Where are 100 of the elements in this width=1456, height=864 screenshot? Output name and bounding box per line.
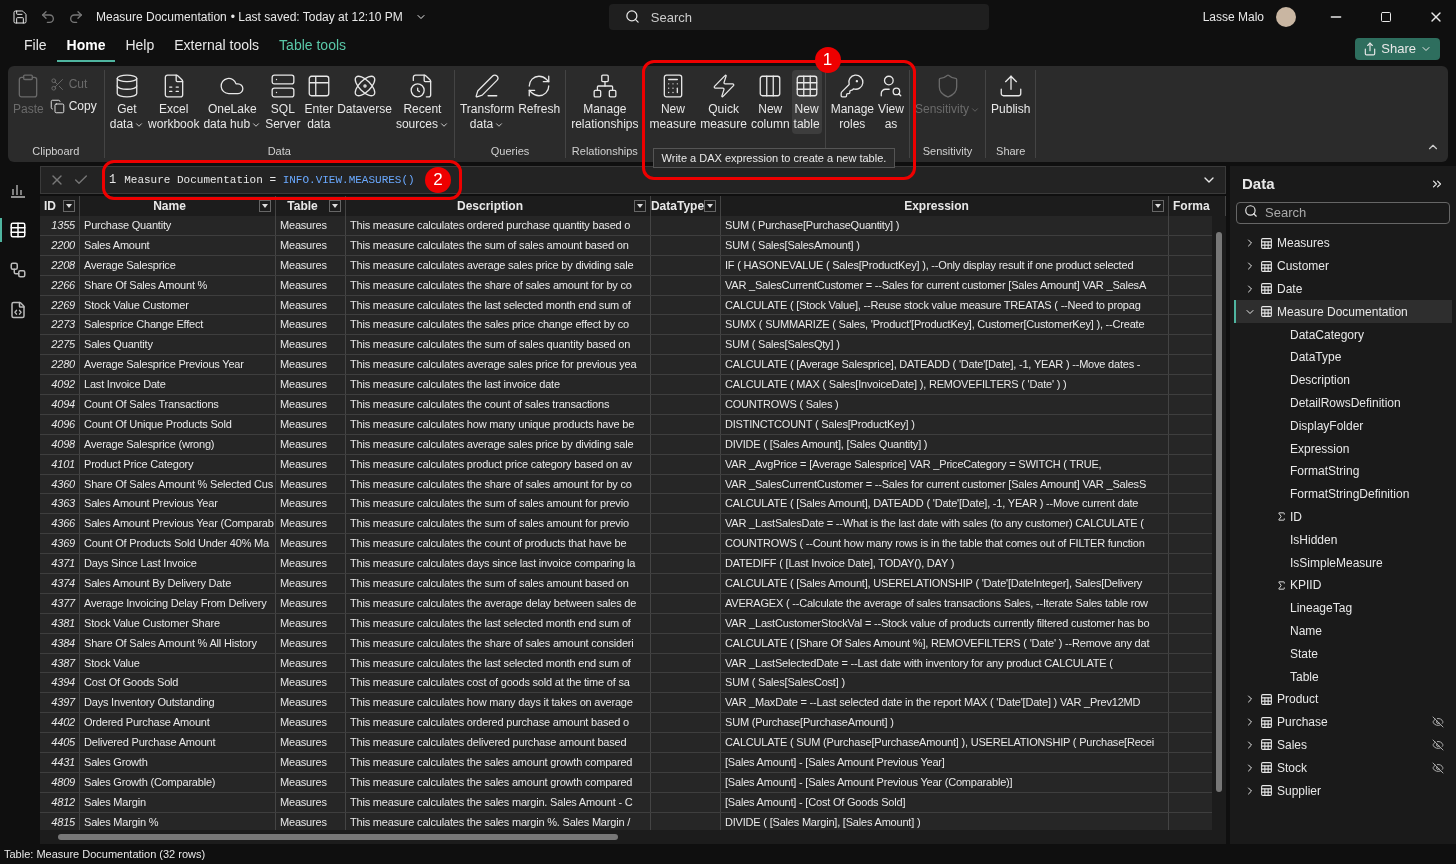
ribbon-button[interactable]: Publish (989, 70, 1033, 119)
table-icon (1260, 236, 1273, 250)
hidden-icon (1432, 738, 1444, 751)
ribbon-button[interactable]: View as (876, 70, 906, 134)
table-cell: VAR _AvgPrice = [Average Salesprice] VAR _PriceCategory = SWITCH ( TRUE, (721, 454, 1169, 474)
table-cell: This measure calculates how many days it takes on average (346, 693, 651, 713)
table-cell: Sales Quantity (80, 335, 276, 355)
table-cell: 2280 (40, 355, 80, 375)
column-header[interactable]: DataType (651, 196, 721, 216)
ribbon-tab[interactable]: External tools (164, 35, 270, 62)
field-item[interactable]: Name (1290, 621, 1322, 640)
table-cell: SUM ( Purchase[PurchaseQuantity] ) (721, 216, 1169, 235)
column-header[interactable]: Name (80, 196, 276, 216)
table-cell: Delivered Purchase Amount (80, 733, 276, 753)
column-header[interactable]: ID (40, 196, 80, 216)
tree-item[interactable]: Date (1234, 277, 1452, 301)
table-cell: DATEDIFF ( [Last Invoice Date], TODAY(), DAY ) (721, 554, 1169, 574)
table-cell: Measures (276, 335, 346, 355)
field-item[interactable]: FormatString (1290, 462, 1360, 481)
redo-icon[interactable] (68, 9, 84, 25)
field-item[interactable]: Description (1290, 371, 1351, 390)
field-item[interactable]: ID (1290, 507, 1302, 526)
table-cell: This measure calculates the share of sales amount for by co (346, 474, 651, 494)
table-cell: Count Of Products Sold Under 40% Ma (80, 534, 276, 554)
table-cell: Count Of Unique Products Sold (80, 414, 276, 434)
ribbon-button[interactable]: Recent sources (393, 70, 451, 134)
filter-icon[interactable] (329, 200, 341, 212)
field-item[interactable]: IsHidden (1290, 530, 1338, 549)
search-field[interactable]: Search (1236, 201, 1450, 224)
field-item[interactable]: State (1290, 644, 1319, 663)
field-item[interactable]: DisplayFolder (1290, 416, 1364, 435)
field-item[interactable]: DataType (1290, 348, 1342, 367)
ribbon-button[interactable]: Transform data (457, 70, 517, 134)
ribbon-button[interactable]: Get data (107, 70, 147, 134)
field-item[interactable]: Table (1290, 667, 1319, 686)
share-button[interactable]: Share (1355, 38, 1440, 60)
table-cell: This measure calculates average sales price for previous yea (346, 355, 651, 375)
table-cell: Measures (276, 514, 346, 534)
filter-icon[interactable] (1152, 200, 1164, 212)
table-cell: Measures (276, 315, 346, 335)
ribbon-button[interactable]: Manage roles (828, 70, 876, 134)
ribbon-button[interactable]: New column (748, 70, 792, 134)
filter-icon[interactable] (634, 200, 646, 212)
table-cell: This measure calculates the count of products that have be (346, 534, 651, 554)
table-cell: CALCULATE ( MAX ( Sales[InvoiceDate] ), REMOVEFILTERS ( 'Date' ) ) (721, 375, 1169, 395)
table-cell: 4397 (40, 693, 80, 713)
field-item[interactable]: IsSimpleMeasure (1290, 553, 1383, 572)
ribbon-button[interactable]: Enter data (302, 70, 336, 134)
table-cell: Salesprice Change Effect (80, 315, 276, 335)
tree-item[interactable]: Stock (1234, 756, 1452, 780)
column-header[interactable]: Table (276, 196, 346, 216)
table-cell: Sales Growth (Comparable) (80, 772, 276, 792)
horizontal-scrollbar[interactable] (40, 830, 1226, 844)
filter-icon[interactable] (259, 200, 271, 212)
tree-item[interactable]: Product (1234, 687, 1452, 711)
ribbon-button[interactable]: New measure (647, 70, 699, 134)
ribbon-tab[interactable]: File (14, 35, 57, 62)
table-cell: Measures (276, 593, 346, 613)
column-header[interactable]: Expression (721, 196, 1169, 216)
table-cell: VAR _MaxDate = --Last selected date in the report MAX ( 'Date'[Date] ) VAR _Prev12MD (721, 693, 1169, 713)
tree-item[interactable]: Sales (1234, 733, 1452, 757)
field-item[interactable]: KPIID (1290, 576, 1322, 595)
table-cell: 4096 (40, 414, 80, 434)
ribbon-tab[interactable]: Table tools (269, 35, 357, 62)
table-cell: Measures (276, 355, 346, 375)
undo-icon[interactable] (40, 9, 56, 25)
field-item[interactable]: LineageTag (1290, 599, 1353, 618)
table-cell: This measure calculates days since last invoice comparing la (346, 554, 651, 574)
ribbon-tab[interactable]: Home (56, 35, 116, 62)
field-item[interactable]: Expression (1290, 439, 1350, 458)
table-cell: 4363 (40, 494, 80, 514)
avatar[interactable] (1276, 7, 1296, 27)
maximize-icon[interactable] (1380, 11, 1392, 23)
tree-item[interactable]: Purchase (1234, 710, 1452, 734)
filter-icon[interactable] (704, 200, 716, 212)
save-icon[interactable] (12, 9, 28, 25)
search-field[interactable]: Search (608, 4, 989, 30)
ribbon-button[interactable]: Manage relationships (569, 70, 641, 134)
field-item[interactable]: DetailRowsDefinition (1290, 393, 1401, 412)
ribbon-button[interactable]: Copy (45, 96, 101, 116)
table-cell: Sales Amount By Delivery Date (80, 574, 276, 594)
tree-item[interactable]: Supplier (1234, 779, 1452, 802)
ribbon-button[interactable]: Dataverse (335, 70, 394, 119)
ribbon-button[interactable]: Quick measure (698, 70, 749, 134)
table-cell: CALCULATE ( [Average Salesprice], DATEADD ( 'Date'[Date], -1, YEAR ) --Move dates - (721, 355, 1169, 375)
collapse-pane-icon[interactable] (1430, 177, 1444, 191)
ribbon-button[interactable]: SQL Server (263, 70, 303, 134)
ribbon-button[interactable]: Refresh (516, 70, 563, 119)
table-cell: Cost Of Goods Sold (80, 673, 276, 693)
field-item[interactable]: FormatStringDefinition (1290, 485, 1410, 504)
ribbon-button[interactable]: New table (791, 70, 822, 134)
filter-icon[interactable] (63, 200, 75, 212)
column-header[interactable]: Description (346, 196, 651, 216)
ribbon-button[interactable]: OneLake data hub (201, 70, 264, 134)
tree-item[interactable]: Measures (1234, 232, 1452, 255)
field-item[interactable]: DataCategory (1290, 325, 1365, 344)
tree-item[interactable]: Measure Documentation (1234, 300, 1452, 324)
tree-item[interactable]: Customer (1234, 254, 1452, 278)
ribbon-button[interactable]: Excel workbook (146, 70, 202, 134)
ribbon-tab[interactable]: Help (115, 35, 165, 62)
